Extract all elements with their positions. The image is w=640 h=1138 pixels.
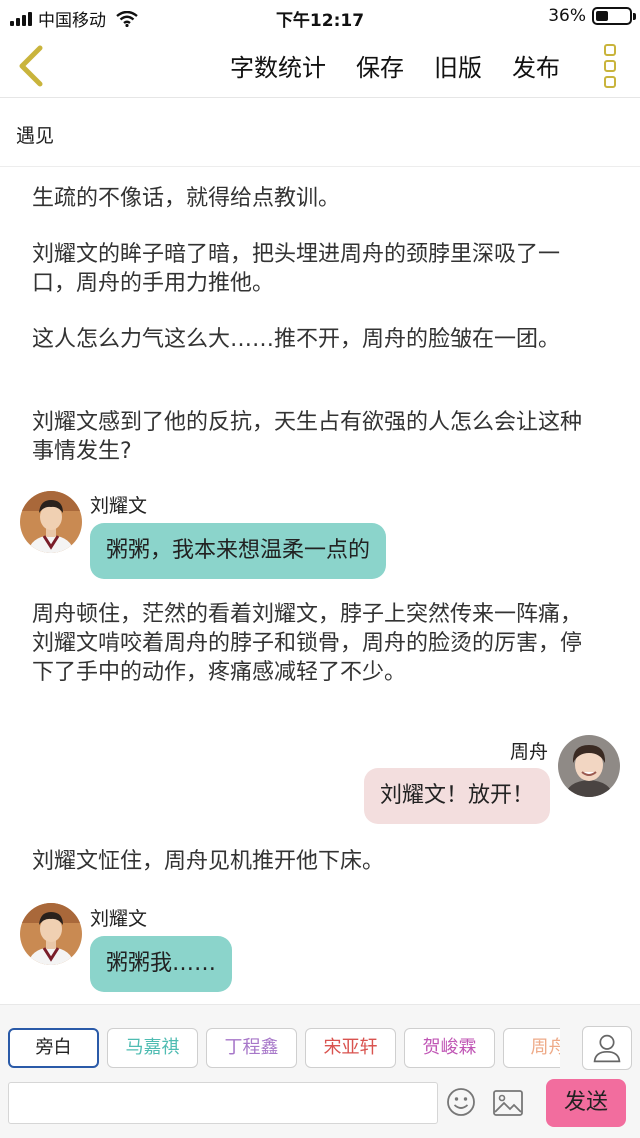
chat-bubble[interactable]: 粥粥我……	[90, 936, 233, 992]
smiley-icon[interactable]	[446, 1087, 476, 1117]
chip-character[interactable]: 宋亚轩	[305, 1028, 396, 1068]
image-icon[interactable]	[492, 1089, 524, 1117]
paragraph: 刘耀文怔住，周舟见机推开他下床。	[32, 849, 385, 874]
status-right: 36%	[548, 6, 636, 26]
chip-narrator[interactable]: 旁白	[8, 1028, 99, 1068]
story-title[interactable]: 遇见	[16, 121, 54, 148]
battery-icon	[592, 7, 636, 25]
old-version-button[interactable]: 旧版	[434, 48, 482, 83]
character-chips: 旁白 马嘉祺 丁程鑫 宋亚轩 贺峻霖 周舟	[8, 1028, 560, 1068]
paragraph: 生疏的不像话，就得给点教训。	[32, 186, 341, 211]
chat-bubble[interactable]: 粥粥，我本来想温柔一点的	[90, 523, 387, 579]
nav-actions: 字数统计 保存 旧版 发布	[230, 48, 560, 83]
chat-bubble[interactable]: 刘耀文！放开！	[363, 768, 550, 824]
status-bar: 中国移动 下午12:17 36%	[0, 0, 640, 34]
person-icon[interactable]	[582, 1026, 632, 1070]
battery-percent: 36%	[548, 6, 586, 26]
vertical-dots-icon[interactable]	[600, 42, 620, 90]
speaker-name: 刘耀文	[90, 495, 148, 517]
avatar[interactable]	[558, 735, 620, 797]
status-time: 下午12:17	[275, 11, 365, 31]
send-button[interactable]: 发送	[546, 1079, 626, 1127]
paragraph: 刘耀文的眸子暗了暗，把头埋进周舟的颈脖里深吸了一口，周舟的手用力推他。	[32, 242, 561, 296]
chip-character[interactable]: 马嘉祺	[107, 1028, 198, 1068]
avatar[interactable]	[20, 491, 82, 553]
paragraph: 周舟顿住，茫然的看着刘耀文，脖子上突然传来一阵痛，刘耀文啃咬着周舟的脖子和锁骨，…	[32, 602, 583, 685]
story-content[interactable]: 生疏的不像话，就得给点教训。 刘耀文的眸子暗了暗，把头埋进周舟的颈脖里深吸了一口…	[0, 168, 640, 1004]
nav-bar: 字数统计 保存 旧版 发布	[0, 34, 640, 98]
save-button[interactable]: 保存	[356, 48, 404, 83]
avatar[interactable]	[20, 903, 82, 965]
chevron-left-icon[interactable]	[12, 42, 52, 90]
chip-character[interactable]: 周舟	[503, 1028, 560, 1068]
word-count-button[interactable]: 字数统计	[230, 48, 326, 83]
paragraph: 这人怎么力气这么大……推不开，周舟的脸皱在一团。	[32, 327, 561, 352]
speaker-name: 周舟	[509, 741, 548, 763]
paragraph: 刘耀文感到了他的反抗，天生占有欲强的人怎么会让这种事情发生?	[32, 410, 583, 464]
chip-character[interactable]: 丁程鑫	[206, 1028, 297, 1068]
chip-character[interactable]: 贺峻霖	[404, 1028, 495, 1068]
message-input[interactable]	[8, 1082, 438, 1124]
publish-button[interactable]: 发布	[512, 48, 560, 83]
speaker-name: 刘耀文	[90, 908, 148, 930]
title-bar: 遇见	[0, 99, 640, 167]
composer: 旁白 马嘉祺 丁程鑫 宋亚轩 贺峻霖 周舟 发送	[0, 1004, 640, 1138]
